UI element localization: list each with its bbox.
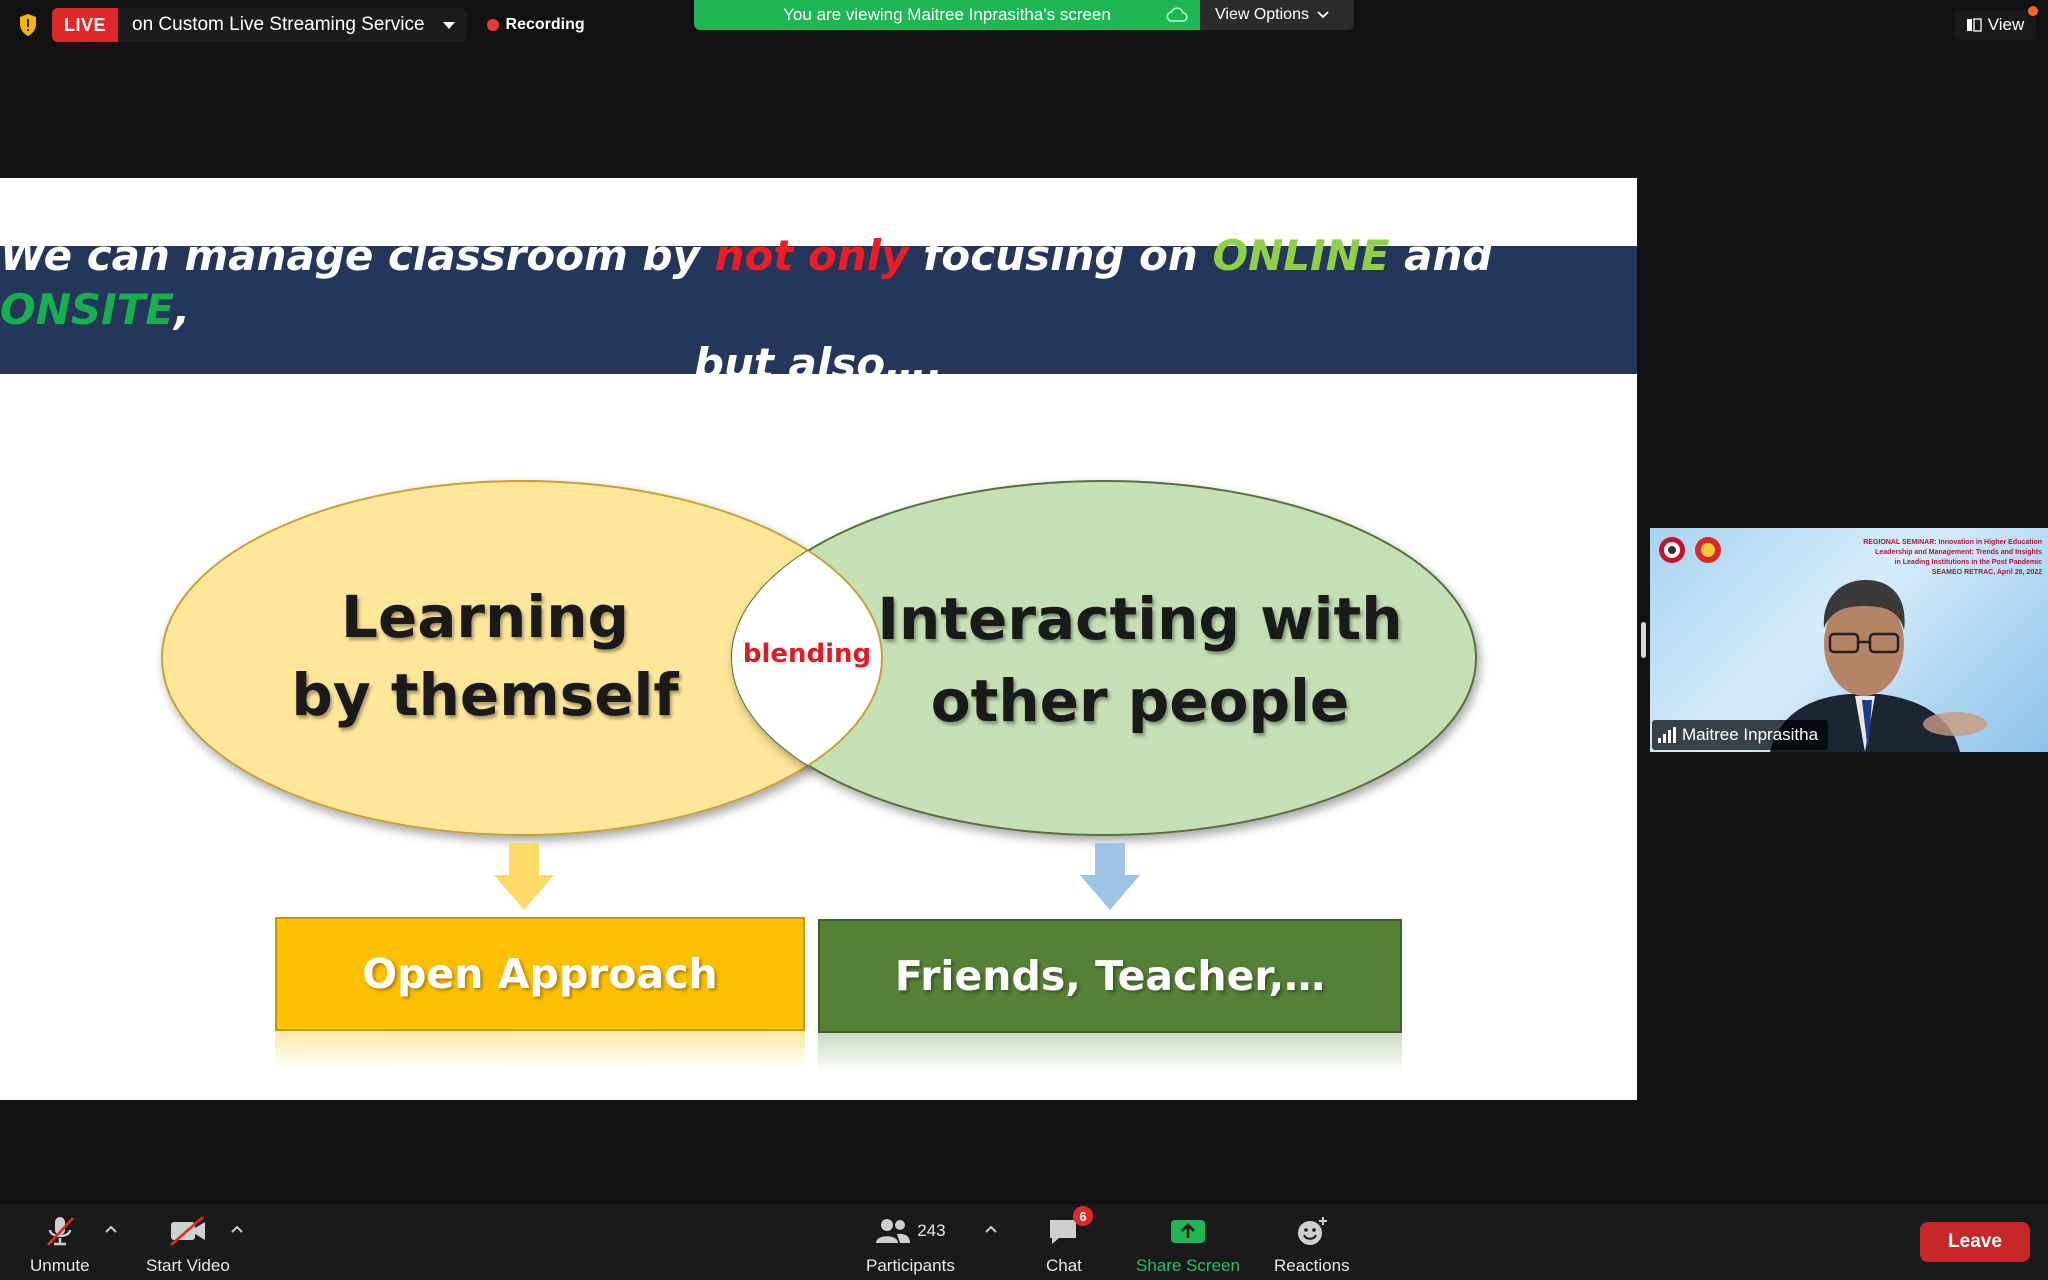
viewing-screen-banner: You are viewing Maitree Inprasitha's scr… — [694, 0, 1200, 30]
recording-dot-icon — [486, 19, 499, 31]
participant-name: Maitree Inprasitha — [1682, 725, 1819, 744]
unmute-button[interactable]: Unmute — [30, 1214, 90, 1276]
muted-microphone-icon — [40, 1214, 80, 1248]
view-button[interactable]: View — [1954, 6, 2038, 40]
shared-screen-slide: We can manage classroom by not only focu… — [0, 178, 1637, 1100]
meeting-status-bar: LIVE on Custom Live Streaming Service Re… — [14, 8, 585, 42]
security-shield-icon[interactable] — [14, 8, 42, 42]
reactions-icon — [1295, 1214, 1329, 1248]
left-ellipse-line2: by themself — [291, 661, 679, 729]
left-ellipse-text: Learning by themself — [165, 578, 805, 734]
panel-resize-handle[interactable] — [1641, 622, 1646, 658]
reactions-label: Reactions — [1274, 1256, 1350, 1275]
open-approach-box: Open Approach — [275, 917, 805, 1031]
leave-button[interactable]: Leave — [1920, 1222, 2030, 1262]
overlap-label: blending — [742, 639, 872, 669]
live-badge: LIVE — [52, 8, 119, 42]
unmute-label: Unmute — [30, 1256, 90, 1275]
share-screen-icon — [1170, 1214, 1206, 1248]
view-button-label: View — [1987, 15, 2025, 34]
notification-dot — [2028, 6, 2038, 16]
open-approach-reflection — [275, 1031, 805, 1071]
friends-teacher-box: Friends, Teacher,… — [818, 919, 1402, 1033]
audio-options-caret-icon[interactable] — [104, 1224, 118, 1234]
participants-count: 243 — [917, 1221, 946, 1240]
zoom-meeting-window: { "topbar": { "live_badge": "LIVE", "liv… — [0, 0, 2048, 1280]
right-ellipse-text: Interacting with other people — [835, 578, 1445, 742]
video-off-icon — [167, 1214, 209, 1248]
view-layout-icon — [1966, 18, 1982, 32]
chat-label: Chat — [1046, 1256, 1082, 1275]
chevron-down-icon — [442, 21, 455, 29]
right-ellipse-line1: Interacting with — [877, 585, 1403, 653]
right-ellipse-line2: other people — [930, 667, 1350, 735]
signal-strength-icon — [1658, 727, 1676, 743]
video-options-caret-icon[interactable] — [230, 1224, 244, 1234]
chat-unread-badge: 6 — [1072, 1206, 1093, 1226]
participant-name-label: Maitree Inprasitha — [1652, 720, 1829, 750]
view-options-label: View Options — [1215, 6, 1309, 23]
live-service-label: on Custom Live Streaming Service — [132, 14, 425, 35]
live-stream-dropdown[interactable]: LIVE on Custom Live Streaming Service — [52, 8, 467, 42]
participants-label: Participants — [866, 1256, 955, 1275]
chat-button[interactable]: 6 Chat — [1046, 1206, 1093, 1276]
share-screen-label: Share Screen — [1136, 1256, 1240, 1275]
start-video-button[interactable]: Start Video — [146, 1214, 230, 1276]
arrow-down-right-icon — [1080, 843, 1140, 910]
recording-indicator[interactable]: Recording — [486, 16, 585, 34]
recording-label: Recording — [505, 16, 585, 33]
participant-video-tile[interactable]: REGIONAL SEMINAR: Innovation in Higher E… — [1650, 528, 2048, 752]
chat-icon: 6 — [1047, 1206, 1093, 1248]
share-screen-button[interactable]: Share Screen — [1136, 1214, 1240, 1276]
friends-teacher-reflection — [818, 1033, 1402, 1073]
view-options-button[interactable]: View Options — [1200, 0, 1354, 30]
participants-options-caret-icon[interactable] — [984, 1224, 998, 1234]
cloud-icon — [1166, 7, 1188, 28]
speaker-video — [1770, 580, 1987, 752]
chevron-down-icon — [1317, 11, 1329, 19]
reactions-button[interactable]: Reactions — [1274, 1214, 1350, 1276]
left-ellipse-line1: Learning — [340, 583, 630, 651]
participants-button[interactable]: 243 Participants — [866, 1214, 955, 1276]
meeting-toolbar: Unmute Start Video 243 Participants 6 Ch… — [0, 1204, 2048, 1280]
arrow-down-left-icon — [494, 843, 554, 910]
participants-icon: 243 — [875, 1214, 946, 1248]
start-video-label: Start Video — [146, 1256, 230, 1275]
viewing-screen-text: You are viewing Maitree Inprasitha's scr… — [783, 5, 1111, 24]
